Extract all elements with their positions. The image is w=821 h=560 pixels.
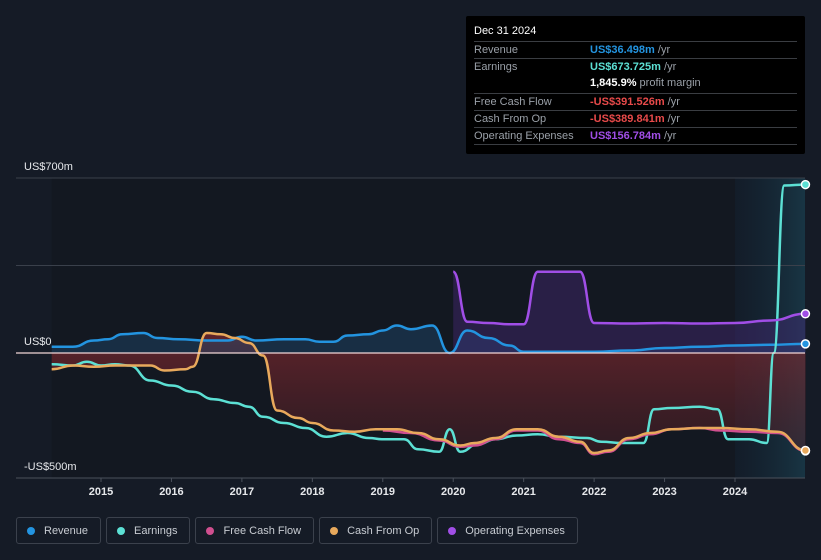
tooltip-value-text: -US$391.526m bbox=[590, 95, 665, 108]
legend-dot-icon bbox=[448, 526, 457, 535]
tooltip-unit: /yr bbox=[660, 130, 677, 142]
x-tick-label: 2016 bbox=[159, 486, 183, 498]
tooltip-value-text: US$156.784m bbox=[590, 130, 661, 142]
tooltip-row-value: 1,845.9% profit margin bbox=[590, 77, 701, 89]
tooltip-row: Revenue US$36.498m /yr bbox=[474, 41, 797, 59]
legend-label: Revenue bbox=[44, 524, 89, 537]
tooltip-date: Dec 31 2024 bbox=[474, 25, 537, 37]
tooltip-row-value: -US$391.526m /yr bbox=[590, 96, 680, 108]
legend-dot-icon bbox=[117, 526, 126, 535]
tooltip-value-text: 1,845.9% bbox=[590, 77, 637, 90]
tooltip-row-value: US$156.784m /yr bbox=[590, 130, 676, 142]
legend-item-cash-from-op[interactable]: Cash From Op bbox=[319, 517, 433, 544]
legend-label: Free Cash Flow bbox=[223, 524, 302, 537]
legend-dot-icon bbox=[206, 526, 215, 535]
tooltip-unit: /yr bbox=[664, 112, 680, 125]
tooltip-row-label: Free Cash Flow bbox=[474, 95, 552, 108]
operating-expenses-end-marker[interactable] bbox=[800, 309, 811, 319]
tooltip-unit: /yr bbox=[654, 44, 671, 56]
tooltip-row-label: Earnings bbox=[474, 61, 518, 74]
x-tick-label: 2019 bbox=[371, 486, 395, 498]
tooltip-row-value: US$36.498m /yr bbox=[590, 44, 670, 56]
revenue-end-marker[interactable] bbox=[800, 339, 811, 349]
y-label-zero: US$0 bbox=[24, 336, 52, 348]
tooltip-row: Earnings US$673.725m /yr bbox=[474, 58, 797, 76]
legend-item-earnings[interactable]: Earnings bbox=[106, 517, 191, 544]
legend-label: Cash From Op bbox=[347, 524, 420, 537]
cash-from-op-end-marker[interactable] bbox=[800, 445, 811, 456]
legend-dot-icon bbox=[27, 526, 35, 535]
tooltip-row: Operating Expenses US$156.784m /yr bbox=[474, 127, 797, 145]
legend-item-revenue[interactable]: Revenue bbox=[16, 517, 102, 544]
tooltip-row: Cash From Op -US$389.841m /yr bbox=[474, 109, 797, 128]
x-tick-label: 2022 bbox=[582, 486, 606, 498]
x-tick-label: 2020 bbox=[441, 486, 465, 498]
tooltip-unit: /yr bbox=[664, 95, 680, 108]
tooltip-unit: profit margin bbox=[636, 77, 701, 90]
tooltip-row-label: Operating Expenses bbox=[474, 130, 574, 142]
legend-item-operating-expenses[interactable]: Operating Expenses bbox=[437, 517, 578, 544]
x-tick-label: 2023 bbox=[652, 486, 676, 498]
tooltip-row-value: US$673.725m /yr bbox=[590, 61, 676, 73]
legend-item-free-cash-flow[interactable]: Free Cash Flow bbox=[195, 517, 315, 544]
tooltip-row: Free Cash Flow -US$391.526m /yr bbox=[474, 92, 797, 111]
tooltip-value-text: -US$389.841m bbox=[590, 112, 665, 125]
x-tick-label: 2021 bbox=[511, 486, 535, 498]
legend-label: Earnings bbox=[134, 524, 178, 537]
tooltip-unit: /yr bbox=[660, 61, 677, 74]
tooltip-row-value: -US$389.841m /yr bbox=[590, 113, 680, 125]
earnings-end-marker[interactable] bbox=[800, 179, 811, 190]
tooltip-row-label: Revenue bbox=[474, 44, 519, 56]
tooltip-value-text: US$36.498m bbox=[590, 44, 655, 56]
tooltip-row-label: Cash From Op bbox=[474, 112, 547, 125]
tooltip-divider bbox=[474, 144, 797, 146]
tooltip-value-text: US$673.725m bbox=[590, 61, 661, 74]
y-label-top: US$700m bbox=[24, 161, 73, 173]
x-tick-label: 2017 bbox=[230, 486, 254, 498]
legend-dot-icon bbox=[330, 526, 339, 535]
tooltip-panel: Dec 31 2024 Revenue US$36.498m /yr Earning… bbox=[466, 16, 805, 154]
y-label-bottom: -US$500m bbox=[24, 461, 77, 473]
tooltip-row: 1,845.9% profit margin bbox=[474, 75, 797, 92]
x-tick-label: 2024 bbox=[723, 486, 748, 498]
legend: Revenue Earnings Free Cash Flow Cash From O… bbox=[16, 517, 578, 544]
x-tick-label: 2015 bbox=[89, 486, 113, 498]
x-tick-label: 2018 bbox=[300, 486, 324, 498]
legend-label: Operating Expenses bbox=[465, 524, 565, 537]
